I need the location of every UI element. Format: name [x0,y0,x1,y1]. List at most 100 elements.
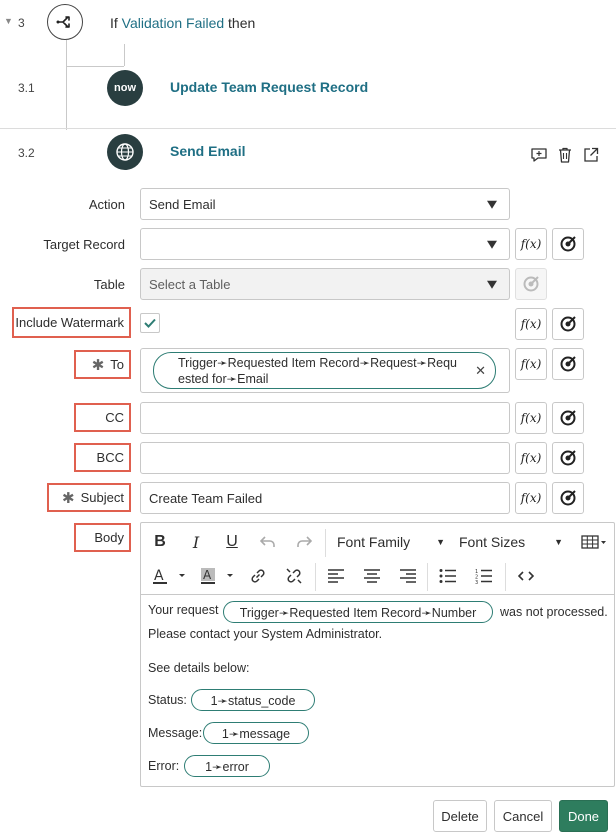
bcc-label: BCC [74,443,131,472]
bullet-list-icon[interactable] [437,565,459,587]
fx-label: f(x) [520,317,542,331]
divider [0,128,616,129]
flow-connector [66,40,67,130]
body-editor: B I U Font Family ▼ Font Sizes ▼ A A 1 2… [140,522,615,787]
data-pill-picker-icon[interactable] [552,228,584,260]
if-keyword: If [110,15,118,31]
pill-text: 1➛error [205,759,249,774]
target-record-select[interactable] [140,228,510,260]
table-insert-icon[interactable] [579,531,609,553]
status-label: Status: [148,693,187,707]
to-label-text: To [110,357,124,372]
checkmark-icon [144,318,156,328]
toolbar-divider [315,563,316,591]
done-button[interactable]: Done [559,800,608,832]
collapse-triangle-icon[interactable]: ▼ [4,16,13,26]
font-sizes-select[interactable]: Font Sizes ▼ [459,531,563,553]
body-text: was not processed. [500,605,608,619]
cancel-button[interactable]: Cancel [494,800,552,832]
to-label: ✱ To [74,350,131,379]
status-data-pill[interactable]: 1➛status_code [191,689,315,711]
font-family-select[interactable]: Font Family ▼ [337,531,445,553]
message-data-pill[interactable]: 1➛message [203,722,309,744]
open-external-icon[interactable] [582,146,600,164]
include-watermark-label: Include Watermark [12,307,131,338]
to-input[interactable]: Trigger➛Requested Item Record➛Request➛Re… [140,348,510,393]
align-left-icon[interactable] [325,565,347,587]
body-text: Your request [148,603,219,617]
bold-button[interactable]: B [149,531,171,553]
flow-branch [66,66,124,67]
comment-icon[interactable] [530,146,548,164]
undo-icon[interactable] [257,531,279,553]
then-keyword: then [228,15,256,31]
data-pill-picker-icon[interactable] [552,308,584,340]
svg-text:A: A [203,568,212,582]
data-pill-picker-disabled-icon [515,268,547,300]
subject-value: Create Team Failed [149,490,263,506]
fx-button[interactable]: f(x) [515,308,547,340]
chevron-down-icon: ▼ [436,537,445,547]
step-3-2-title[interactable]: Send Email [170,143,245,159]
error-data-pill[interactable]: 1➛error [184,755,270,777]
svg-text:A: A [154,568,164,584]
highlight-color-icon[interactable]: A [197,565,239,587]
include-watermark-checkbox[interactable] [140,313,160,333]
toolbar-divider [325,529,326,557]
number-data-pill[interactable]: Trigger➛Requested Item Record➛Number [223,601,493,623]
subject-label-text: Subject [80,490,124,505]
fx-button[interactable]: f(x) [515,348,547,380]
underline-button[interactable]: U [221,531,243,553]
target-record-label: Target Record [43,237,125,252]
cc-input[interactable] [140,402,510,434]
fx-button[interactable]: f(x) [515,482,547,514]
globe-icon [107,134,143,170]
numbered-list-icon[interactable]: 123 [473,565,495,587]
trash-icon[interactable] [556,146,574,164]
step-number: 3.2 [18,146,35,160]
data-pill-picker-icon[interactable] [552,348,584,380]
table-placeholder: Select a Table [149,276,231,292]
editor-toolbar: B I U Font Family ▼ Font Sizes ▼ A A 1 2… [141,523,614,595]
align-center-icon[interactable] [361,565,383,587]
table-label: Table [93,277,125,292]
to-data-pill[interactable]: Trigger➛Requested Item Record➛Request➛Re… [153,352,496,389]
servicenow-logo-icon: now [107,70,143,106]
italic-button[interactable]: I [185,531,207,553]
fx-button[interactable]: f(x) [515,228,547,260]
align-right-icon[interactable] [397,565,419,587]
fx-button[interactable]: f(x) [515,442,547,474]
pill-text: 1➛message [221,726,291,741]
source-code-icon[interactable] [515,565,537,587]
link-icon[interactable] [247,565,269,587]
fx-label: f(x) [520,411,542,425]
fx-button[interactable]: f(x) [515,402,547,434]
redo-icon[interactable] [293,531,315,553]
logo-text: now [114,82,136,94]
bcc-input[interactable] [140,442,510,474]
branch-icon[interactable] [47,4,83,40]
step-3-title[interactable]: If Validation Failed then [110,15,255,31]
font-family-label: Font Family [337,534,411,550]
toolbar-divider [505,563,506,591]
unlink-icon[interactable] [283,565,305,587]
remove-pill-icon[interactable]: ✕ [475,363,486,379]
data-pill-picker-icon[interactable] [552,482,584,514]
step-3-1-title[interactable]: Update Team Request Record [170,79,368,95]
table-select[interactable]: Select a Table [140,268,510,300]
subject-input[interactable]: Create Team Failed [140,482,510,514]
chevron-down-icon [487,280,497,289]
fx-label: f(x) [520,451,542,465]
chevron-down-icon [487,200,497,209]
subject-label: ✱ Subject [47,483,131,512]
required-asterisk-icon: ✱ [91,356,105,374]
data-pill-picker-icon[interactable] [552,442,584,474]
message-label: Message: [148,726,203,740]
delete-button[interactable]: Delete [433,800,487,832]
text-color-icon[interactable]: A [149,565,191,587]
data-pill-picker-icon[interactable] [552,402,584,434]
required-asterisk-icon: ✱ [62,489,75,507]
action-select[interactable]: Send Email [140,188,510,220]
body-line-2: Please contact your System Administrator… [148,627,383,641]
pill-text: 1➛status_code [210,693,296,708]
